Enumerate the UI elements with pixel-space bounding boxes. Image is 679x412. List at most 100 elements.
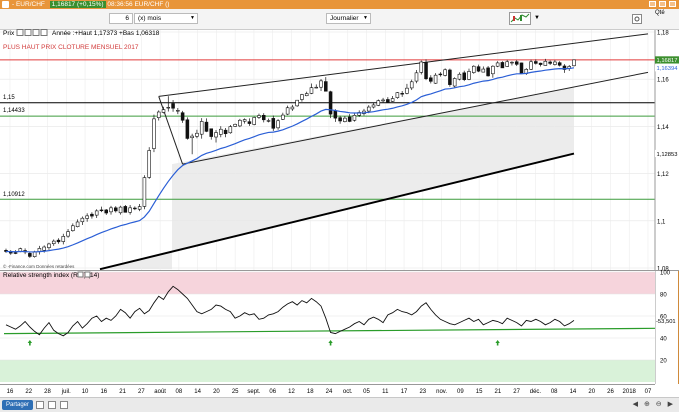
candle	[147, 147, 151, 179]
x-tick-label: 21	[495, 389, 502, 395]
export-icon[interactable]	[60, 401, 68, 409]
ma-tag: 1,16394	[657, 66, 679, 72]
rsi-tick-label: 100	[660, 271, 671, 277]
candle	[123, 204, 128, 213]
candle-body	[352, 115, 357, 121]
candle	[395, 91, 400, 99]
candle-body	[438, 73, 443, 76]
x-tick-label: 2018	[623, 389, 637, 395]
candle-body	[295, 99, 299, 107]
candle-body	[261, 115, 266, 121]
legend-box-icon[interactable]	[16, 29, 24, 36]
candle	[519, 62, 524, 75]
candle-body	[118, 206, 123, 214]
candle-body	[156, 111, 161, 118]
candle-body	[381, 99, 385, 102]
x-tick-label: 15	[476, 389, 483, 395]
prix-label: Prix	[3, 30, 15, 37]
candle-body	[486, 67, 490, 77]
rsi-legend-box-icon[interactable]	[84, 271, 91, 278]
save-icon[interactable]	[48, 401, 56, 409]
candle-body	[343, 117, 347, 122]
zoom-nav-icons[interactable]: ◀ ⊕ ⊖ ▶	[633, 400, 675, 408]
candle	[233, 123, 237, 127]
candle-body	[534, 61, 538, 64]
candle-body	[238, 119, 242, 127]
candle-body	[309, 87, 314, 94]
candle-body	[400, 93, 404, 95]
print-icon[interactable]	[36, 401, 44, 409]
candle-body	[476, 66, 481, 72]
candle-body	[56, 239, 61, 243]
candle-body	[443, 69, 447, 76]
price-tick-label: 1,18	[657, 31, 669, 37]
price-tick-label: 1,14	[657, 125, 669, 131]
candle-body	[176, 110, 180, 112]
price-tick-label: 1,16	[657, 78, 669, 84]
candle-body	[42, 246, 46, 251]
candle	[142, 175, 147, 210]
x-tick-label: 10	[82, 389, 89, 395]
candle-body	[448, 69, 452, 85]
candle-body	[285, 107, 290, 115]
candle-body	[104, 209, 109, 214]
legend-box-icon[interactable]	[32, 29, 40, 36]
x-tick-label: 11	[382, 389, 389, 395]
x-tick-label: 25	[232, 389, 239, 395]
candle-body	[338, 117, 342, 122]
candle-body	[514, 61, 519, 65]
candle-body	[51, 240, 56, 244]
candle-body	[142, 177, 147, 207]
candle-body	[491, 65, 495, 75]
candle-body	[471, 65, 476, 73]
candle	[424, 59, 428, 81]
candle-body	[204, 121, 209, 132]
x-tick-label: 17	[401, 389, 408, 395]
candle	[252, 116, 256, 126]
level-label-115: 1,15	[3, 95, 15, 101]
x-tick-label: 20	[588, 389, 595, 395]
candle-body	[257, 115, 261, 118]
candle-body	[114, 207, 118, 212]
candle-body	[214, 132, 218, 138]
candle-body	[324, 81, 328, 92]
rsi-legend-box-icon[interactable]	[77, 271, 84, 278]
candle-body	[452, 78, 457, 87]
x-tick-label: août	[154, 389, 166, 395]
candle-body	[429, 77, 433, 82]
candle-body	[405, 87, 409, 94]
annotation-text: PLUS HAUT PRIX CLOTURE MENSUEL 2017	[3, 44, 139, 51]
candle-body	[90, 213, 94, 217]
candle-body	[538, 62, 543, 65]
candle-body	[166, 106, 171, 109]
legend-box-icon[interactable]	[24, 29, 32, 36]
bottom-bar: Partager ◀ ⊕ ⊖ ▶	[0, 397, 679, 412]
candle-body	[371, 104, 376, 108]
candle-body	[347, 116, 352, 122]
x-tick-label: 05	[363, 389, 370, 395]
candle-body	[223, 129, 228, 135]
candle-body	[228, 126, 233, 134]
x-tick-label: 22	[25, 389, 32, 395]
legend-box-icon[interactable]	[40, 29, 48, 36]
x-tick-label: 07	[645, 389, 652, 395]
candle-body	[190, 135, 194, 139]
candle	[419, 60, 424, 75]
candle-body	[94, 210, 99, 216]
candle-body	[185, 119, 190, 139]
candle-body	[376, 100, 381, 106]
share-button[interactable]: Partager	[2, 400, 34, 410]
candle-body	[147, 150, 151, 178]
candle-body	[386, 99, 390, 103]
candle-body	[75, 221, 80, 227]
candle-body	[85, 215, 89, 219]
x-tick-label: 12	[288, 389, 295, 395]
candle-body	[462, 72, 466, 80]
x-tick-label: 20	[213, 389, 220, 395]
candle-body	[395, 92, 400, 98]
candle-body	[314, 86, 319, 89]
candle-body	[13, 252, 18, 254]
candle-body	[61, 236, 66, 242]
candle-body	[409, 81, 414, 89]
candle	[486, 65, 490, 77]
